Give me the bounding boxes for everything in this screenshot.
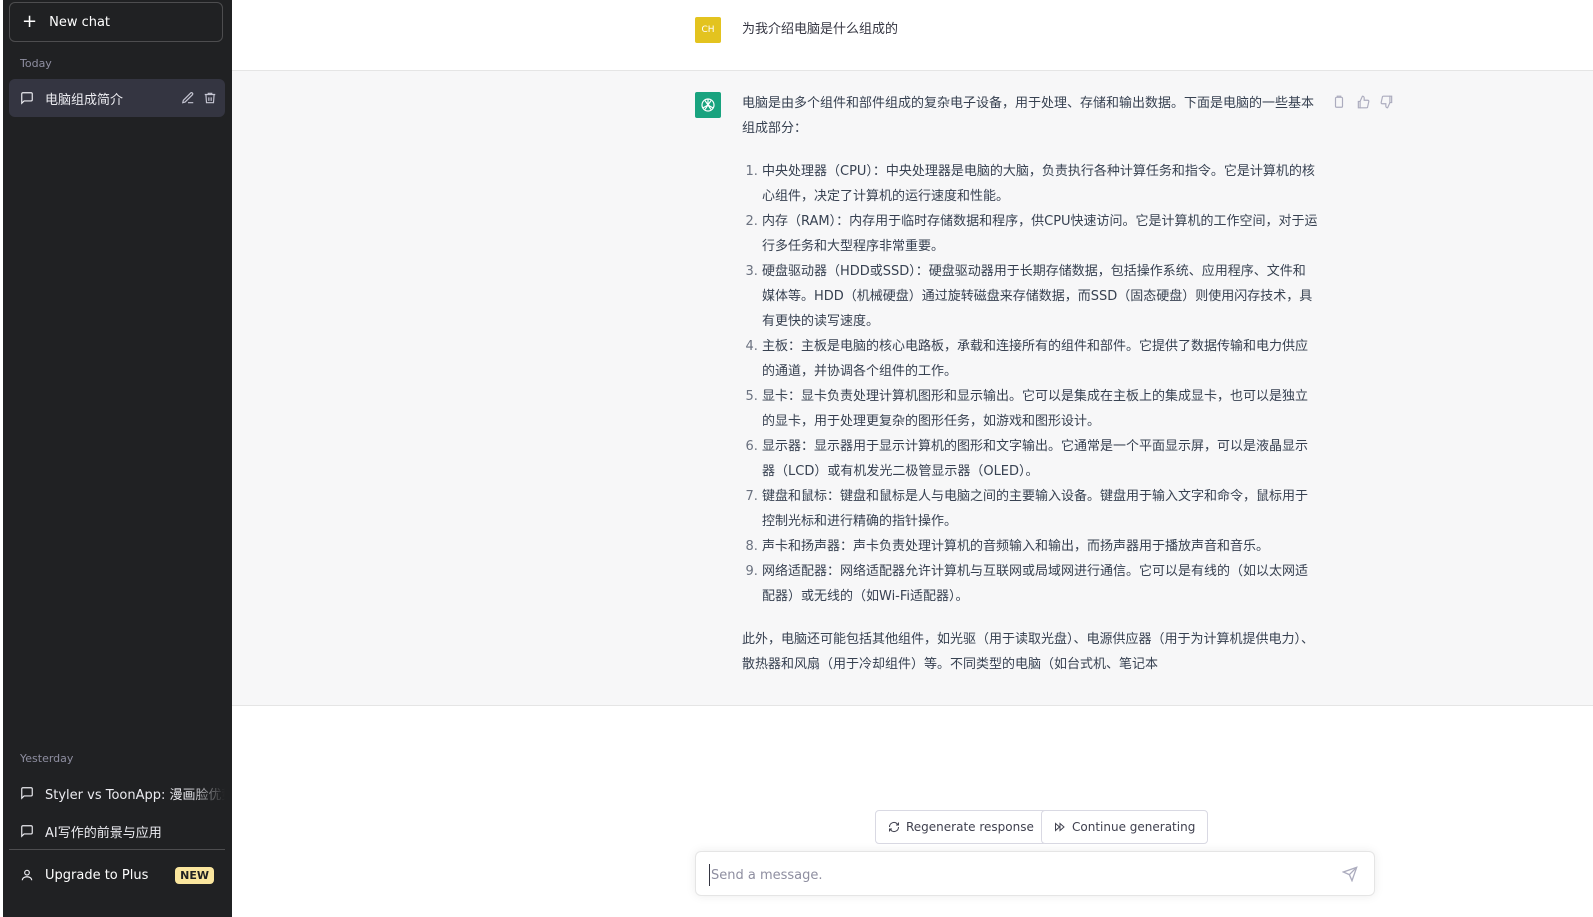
answer-list-item: 网络适配器：网络适配器允许计算机与互联网或局域网进行通信。它可以是有线的（如以太… <box>762 559 1318 609</box>
sidebar-divider <box>9 849 225 850</box>
thumbs-up-icon[interactable] <box>1356 95 1370 109</box>
answer-list: 中央处理器（CPU）：中央处理器是电脑的大脑，负责执行各种计算任务和指令。它是计… <box>742 159 1318 609</box>
edit-icon[interactable] <box>181 91 195 105</box>
chat-bubble-icon <box>21 787 33 800</box>
chatgpt-logo-icon <box>695 92 721 118</box>
window-edge <box>0 0 3 917</box>
fast-forward-icon <box>1055 822 1065 832</box>
sidebar-chat-item-active[interactable]: 电脑组成简介 <box>9 79 225 117</box>
sidebar-chat-item[interactable]: AI写作的前景与应用 <box>9 812 225 850</box>
upgrade-to-plus-button[interactable]: Upgrade to Plus NEW <box>9 856 225 894</box>
section-label-yesterday: Yesterday <box>20 752 74 765</box>
chat-bubble-icon <box>21 92 33 105</box>
answer-intro: 电脑是由多个组件和部件组成的复杂电子设备，用于处理、存储和输出数据。下面是电脑的… <box>742 96 1315 136</box>
answer-outro: 此外，电脑还可能包括其他组件，如光驱（用于读取光盘）、电源供应器（用于为计算机提… <box>742 632 1315 672</box>
user-message-text: 为我介绍电脑是什么组成的 <box>742 22 899 37</box>
answer-list-item: 中央处理器（CPU）：中央处理器是电脑的大脑，负责执行各种计算任务和指令。它是计… <box>762 159 1318 209</box>
continue-label: Continue generating <box>1072 820 1196 834</box>
chat-bubble-icon <box>21 825 33 838</box>
refresh-icon <box>888 821 900 833</box>
new-badge: NEW <box>175 866 214 884</box>
sidebar: + New chat Today 电脑组成简介 Yesterday Styler… <box>0 0 232 917</box>
message-composer <box>695 851 1375 896</box>
new-chat-button[interactable]: + New chat <box>9 2 223 42</box>
answer-list-item: 键盘和鼠标：键盘和鼠标是人与电脑之间的主要输入设备。键盘用于输入文字和命令，鼠标… <box>762 484 1318 534</box>
answer-list-item: 内存（RAM）：内存用于临时存储数据和程序，供CPU快速访问。它是计算机的工作空… <box>762 209 1318 259</box>
chat-item-label: AI写作的前景与应用 <box>45 825 162 841</box>
copy-icon[interactable] <box>1332 95 1346 109</box>
user-icon <box>21 869 33 881</box>
chat-item-label: Styler vs ToonApp: 漫画脸优势 <box>45 787 225 803</box>
thumbs-down-icon[interactable] <box>1380 95 1394 109</box>
send-icon[interactable] <box>1342 866 1358 882</box>
message-toolbar <box>1332 95 1394 109</box>
trash-icon[interactable] <box>203 91 217 105</box>
regenerate-response-button[interactable]: Regenerate response <box>875 810 1047 844</box>
answer-list-item: 声卡和扬声器：声卡负责处理计算机的音频输入和输出，而扬声器用于播放声音和音乐。 <box>762 534 1318 559</box>
new-chat-label: New chat <box>49 14 111 30</box>
upgrade-label: Upgrade to Plus <box>45 867 149 883</box>
regenerate-label: Regenerate response <box>906 820 1034 834</box>
answer-list-item: 硬盘驱动器（HDD或SSD）：硬盘驱动器用于长期存储数据，包括操作系统、应用程序… <box>762 259 1318 334</box>
answer-list-item: 显示器：显示器用于显示计算机的图形和文字输出。它通常是一个平面显示屏，可以是液晶… <box>762 434 1318 484</box>
sidebar-chat-item[interactable]: Styler vs ToonApp: 漫画脸优势 <box>9 774 225 812</box>
continue-generating-button[interactable]: Continue generating <box>1041 810 1209 844</box>
assistant-answer: 电脑是由多个组件和部件组成的复杂电子设备，用于处理、存储和输出数据。下面是电脑的… <box>742 91 1318 695</box>
message-input[interactable] <box>709 864 1333 886</box>
section-label-today: Today <box>20 57 52 70</box>
plus-icon: + <box>22 11 38 32</box>
answer-list-item: 显卡：显卡负责处理计算机图形和显示输出。它可以是集成在主板上的集成显卡，也可以是… <box>762 384 1318 434</box>
user-message-row: CH 为我介绍电脑是什么组成的 <box>232 0 1593 71</box>
chat-item-label: 电脑组成简介 <box>45 92 124 108</box>
answer-list-item: 主板：主板是电脑的核心电路板，承载和连接所有的组件和部件。它提供了数据传输和电力… <box>762 334 1318 384</box>
user-avatar: CH <box>695 17 721 43</box>
assistant-message-row: 电脑是由多个组件和部件组成的复杂电子设备，用于处理、存储和输出数据。下面是电脑的… <box>232 71 1593 706</box>
